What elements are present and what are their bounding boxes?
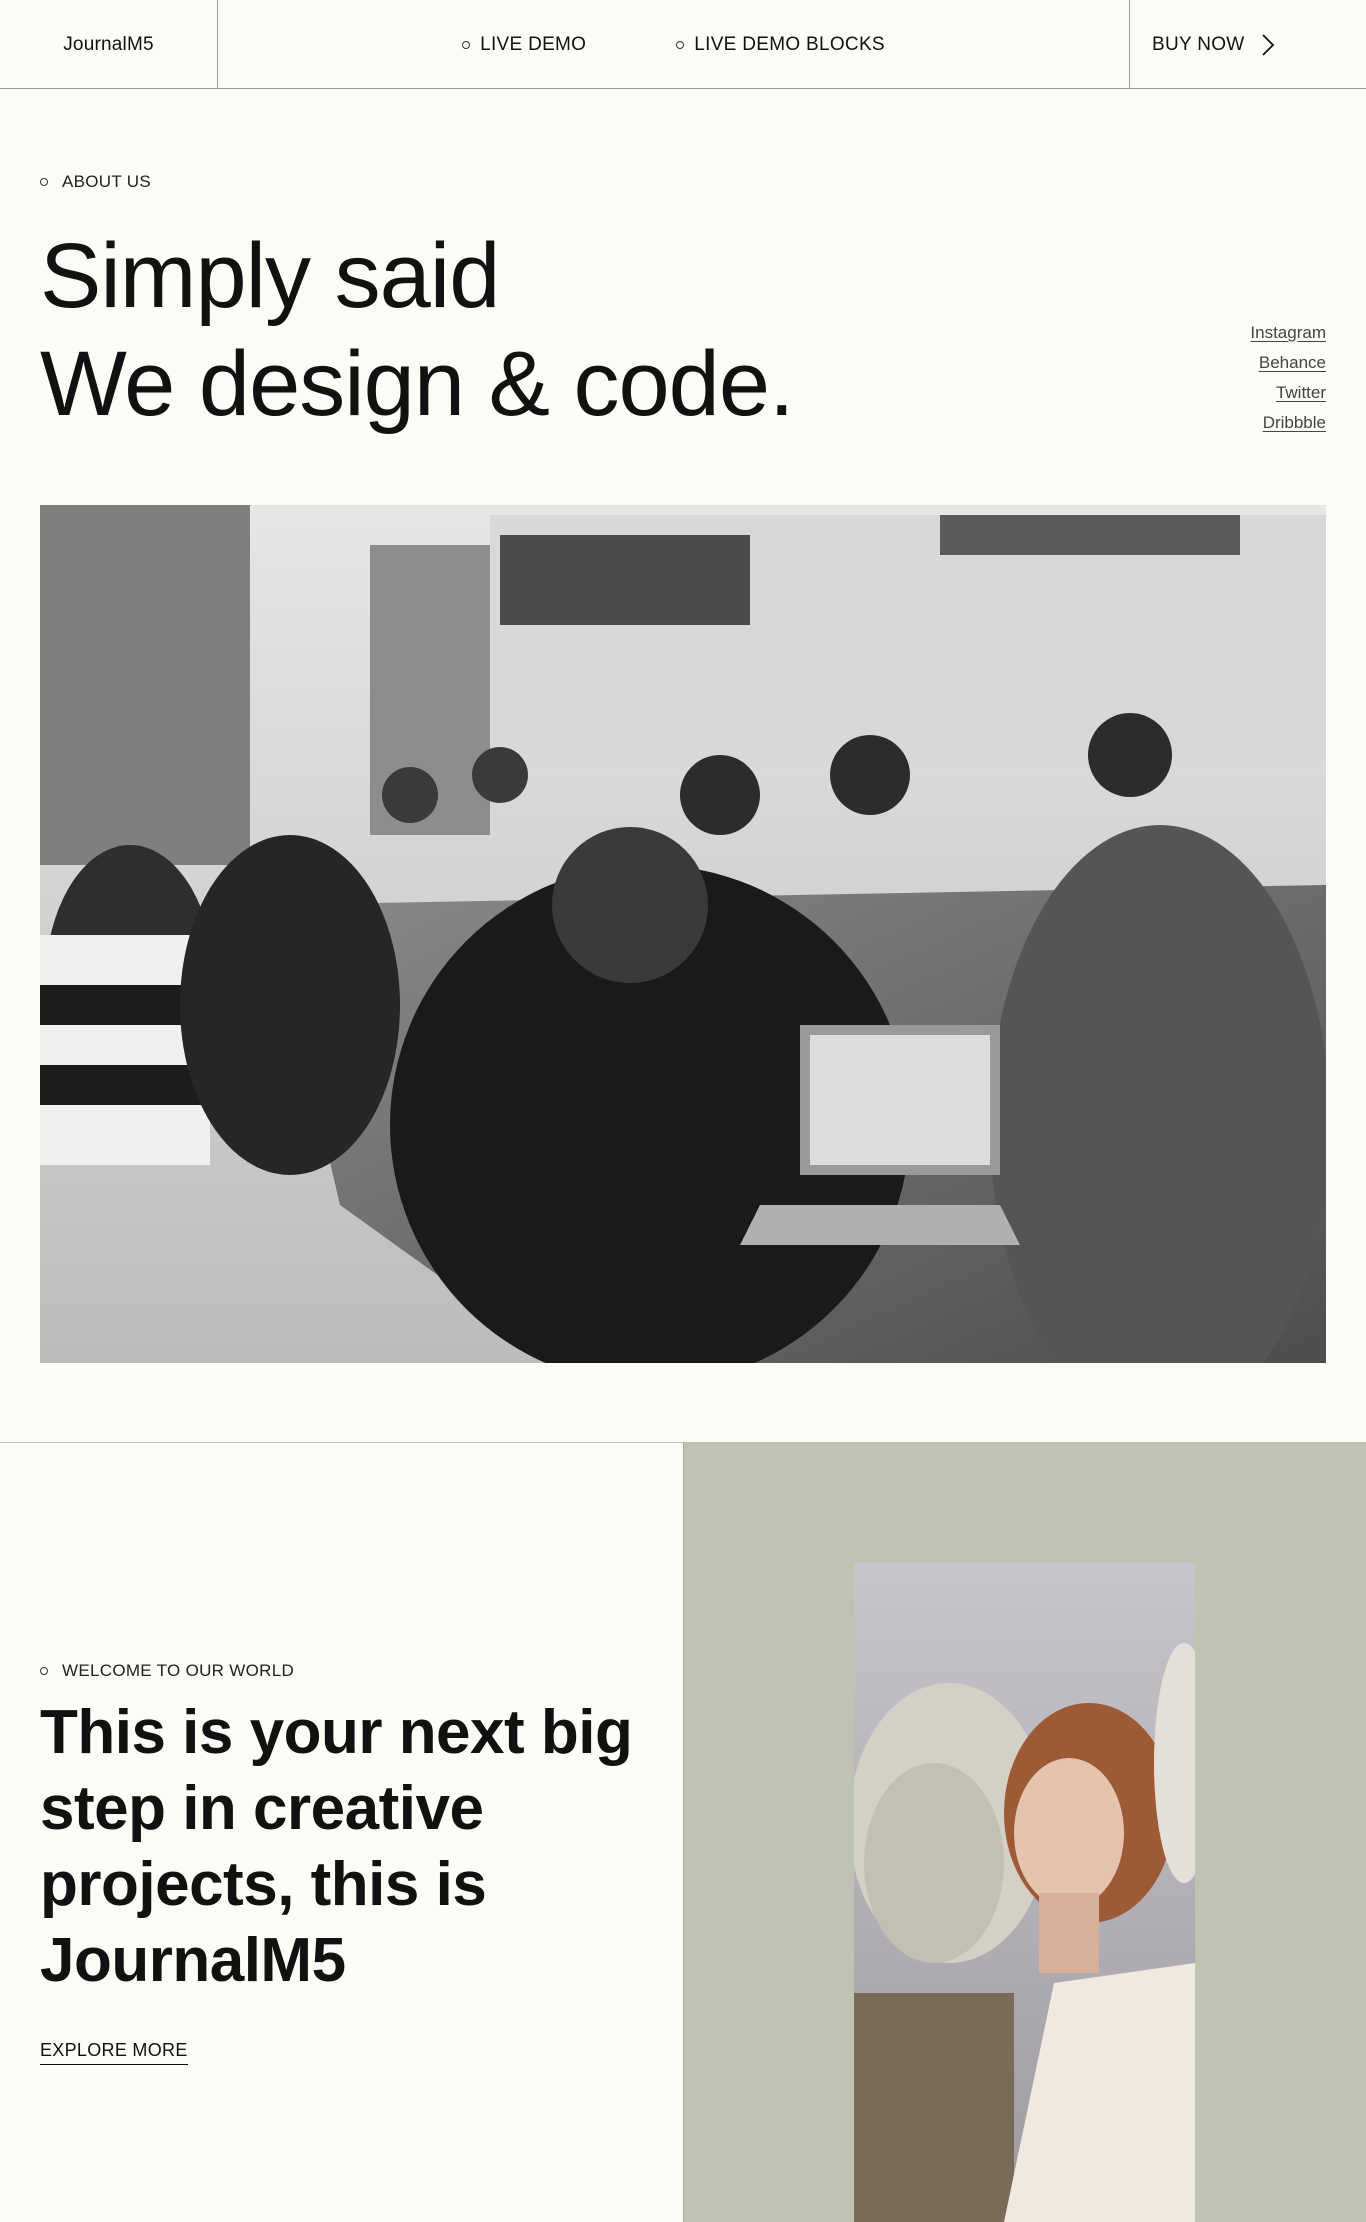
chevron-right-icon — [1261, 33, 1274, 56]
social-link-behance[interactable]: Behance — [1250, 348, 1326, 378]
nav-dot-icon — [462, 40, 471, 49]
eyebrow-dot-icon — [40, 1667, 48, 1675]
eyebrow-dot-icon — [40, 178, 48, 186]
portrait-photo — [854, 1563, 1195, 2222]
hero-title-line-1: Simply said — [40, 225, 500, 327]
nav-live-demo[interactable]: LIVE DEMO — [462, 34, 586, 56]
hero-title-line-2: We design & code. — [40, 333, 795, 435]
hero-title: Simply said We design & code. — [40, 222, 795, 438]
main-nav: LIVE DEMO LIVE DEMO BLOCKS — [218, 0, 1129, 89]
nav-live-demo-blocks-label: LIVE DEMO BLOCKS — [694, 33, 885, 55]
about-eyebrow: ABOUT US — [40, 172, 151, 192]
social-link-instagram[interactable]: Instagram — [1250, 318, 1326, 348]
brand-logo[interactable]: JournalM5 — [0, 0, 218, 89]
nav-dot-icon — [676, 40, 685, 49]
meeting-photo-image — [40, 505, 1326, 1363]
about-eyebrow-label: ABOUT US — [62, 172, 151, 191]
welcome-title: This is your next big step in creative p… — [40, 1698, 633, 1995]
meeting-photo — [40, 505, 1326, 1363]
social-link-twitter[interactable]: Twitter — [1250, 378, 1326, 408]
explore-more-link[interactable]: EXPLORE MORE — [40, 2040, 188, 2065]
welcome-eyebrow: WELCOME TO OUR WORLD — [40, 1661, 294, 1681]
nav-live-demo-label: LIVE DEMO — [480, 33, 587, 55]
buy-now-button[interactable]: BUY NOW — [1129, 0, 1366, 89]
social-link-dribbble[interactable]: Dribbble — [1250, 408, 1326, 438]
social-links: Instagram Behance Twitter Dribbble — [1250, 318, 1326, 438]
portrait-photo-image — [854, 1563, 1195, 2222]
nav-live-demo-blocks[interactable]: LIVE DEMO BLOCKS — [676, 34, 885, 56]
welcome-eyebrow-label: WELCOME TO OUR WORLD — [62, 1661, 295, 1680]
site-header: JournalM5 LIVE DEMO LIVE DEMO BLOCKS BUY… — [0, 0, 1366, 89]
buy-now-label: BUY NOW — [1152, 33, 1245, 55]
